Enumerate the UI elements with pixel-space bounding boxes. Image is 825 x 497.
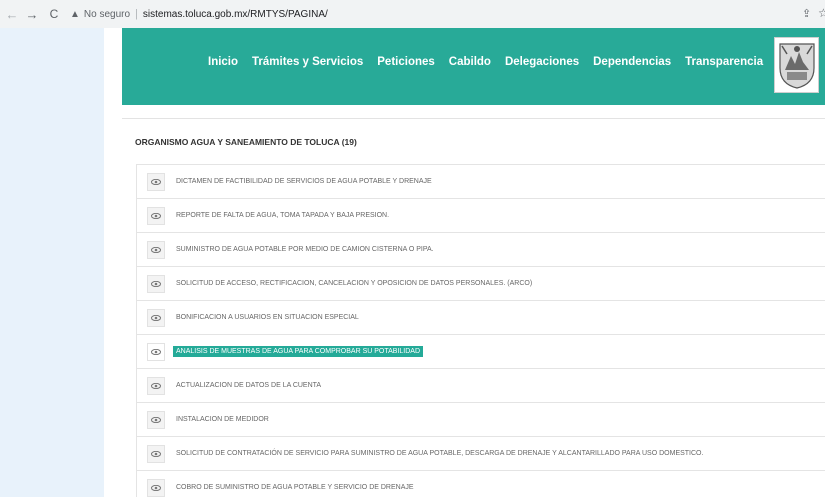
nav-item-dependencias[interactable]: Dependencias <box>593 56 671 68</box>
list-item[interactable]: COBRO DE SUMINISTRO DE AGUA POTABLE Y SE… <box>136 471 825 497</box>
list-item-label[interactable]: BONIFICACION A USUARIOS EN SITUACION ESP… <box>173 312 362 323</box>
eye-icon[interactable] <box>147 376 165 395</box>
nav-item-peticiones[interactable]: Peticiones <box>377 56 435 68</box>
url-separator: | <box>135 8 138 20</box>
nav-item-inicio[interactable]: Inicio <box>208 56 238 68</box>
list-item[interactable]: REPORTE DE FALTA DE AGUA, TOMA TAPADA Y … <box>136 199 825 233</box>
eye-icon[interactable] <box>147 240 165 259</box>
browser-toolbar: ← → C ▲ No seguro | sistemas.toluca.gob.… <box>0 0 825 28</box>
list-item[interactable]: DICTAMEN DE FACTIBILIDAD DE SERVICIOS DE… <box>136 165 825 199</box>
list-item[interactable]: ACTUALIZACION DE DATOS DE LA CUENTA <box>136 369 825 403</box>
nav-item-transparencia[interactable]: Transparencia <box>685 56 763 68</box>
list-item-label[interactable]: ANALISIS DE MUESTRAS DE AGUA PARA COMPRO… <box>173 346 424 357</box>
toluca-seal-logo[interactable] <box>774 37 819 93</box>
bookmark-star-icon[interactable]: ☆ <box>818 6 825 20</box>
share-icon[interactable]: ⇪ <box>802 7 811 20</box>
back-arrow-icon[interactable]: ← <box>4 7 20 22</box>
list-item-selected[interactable]: ANALISIS DE MUESTRAS DE AGUA PARA COMPRO… <box>136 335 825 369</box>
services-section: ORGANISMO AGUA Y SANEAMIENTO DE TOLUCA (… <box>122 118 825 497</box>
url-text[interactable]: sistemas.toluca.gob.mx/RMTYS/PAGINA/ <box>143 9 328 20</box>
list-item-label[interactable]: SOLICITUD DE ACCESO, RECTIFICACION, CANC… <box>173 278 535 289</box>
eye-icon[interactable] <box>147 444 165 463</box>
list-item-label[interactable]: ACTUALIZACION DE DATOS DE LA CUENTA <box>173 380 324 391</box>
services-list: DICTAMEN DE FACTIBILIDAD DE SERVICIOS DE… <box>136 164 825 497</box>
reload-icon[interactable]: C <box>46 7 62 21</box>
list-item[interactable]: SOLICITUD DE ACCESO, RECTIFICACION, CANC… <box>136 267 825 301</box>
eye-icon[interactable] <box>147 206 165 225</box>
list-item-label[interactable]: SOLICITUD DE CONTRATACIÓN DE SERVICIO PA… <box>173 448 706 459</box>
nav-item-cabildo[interactable]: Cabildo <box>449 56 491 68</box>
page-content: Inicio Trámites y Servicios Peticiones C… <box>104 28 825 497</box>
list-item-label[interactable]: COBRO DE SUMINISTRO DE AGUA POTABLE Y SE… <box>173 482 417 493</box>
list-item[interactable]: SOLICITUD DE CONTRATACIÓN DE SERVICIO PA… <box>136 437 825 471</box>
nav-item-delegaciones[interactable]: Delegaciones <box>505 56 579 68</box>
eye-icon[interactable] <box>147 478 165 497</box>
eye-icon[interactable] <box>147 172 165 191</box>
forward-arrow-icon[interactable]: → <box>24 7 40 22</box>
security-label: No seguro <box>83 8 131 20</box>
eye-icon[interactable] <box>147 274 165 293</box>
eye-icon[interactable] <box>147 342 165 361</box>
main-nav: Inicio Trámites y Servicios Peticiones C… <box>208 56 777 68</box>
list-item-label[interactable]: REPORTE DE FALTA DE AGUA, TOMA TAPADA Y … <box>173 210 392 221</box>
toluca-seal-icon <box>778 43 815 89</box>
nav-item-tramites-servicios[interactable]: Trámites y Servicios <box>252 56 363 68</box>
warning-triangle-icon[interactable]: ▲ <box>70 9 80 20</box>
address-bar[interactable]: ▲ No seguro | sistemas.toluca.gob.mx/RMT… <box>62 4 825 24</box>
list-item-label[interactable]: INSTALACION DE MEDIDOR <box>173 414 272 425</box>
list-item[interactable]: SUMINISTRO DE AGUA POTABLE POR MEDIO DE … <box>136 233 825 267</box>
list-item-label[interactable]: SUMINISTRO DE AGUA POTABLE POR MEDIO DE … <box>173 244 437 255</box>
list-item[interactable]: INSTALACION DE MEDIDOR <box>136 403 825 437</box>
section-title: ORGANISMO AGUA Y SANEAMIENTO DE TOLUCA (… <box>135 137 357 147</box>
eye-icon[interactable] <box>147 308 165 327</box>
list-item[interactable]: BONIFICACION A USUARIOS EN SITUACION ESP… <box>136 301 825 335</box>
list-item-label[interactable]: DICTAMEN DE FACTIBILIDAD DE SERVICIOS DE… <box>173 176 435 187</box>
eye-icon[interactable] <box>147 410 165 429</box>
site-header: Inicio Trámites y Servicios Peticiones C… <box>122 28 825 105</box>
